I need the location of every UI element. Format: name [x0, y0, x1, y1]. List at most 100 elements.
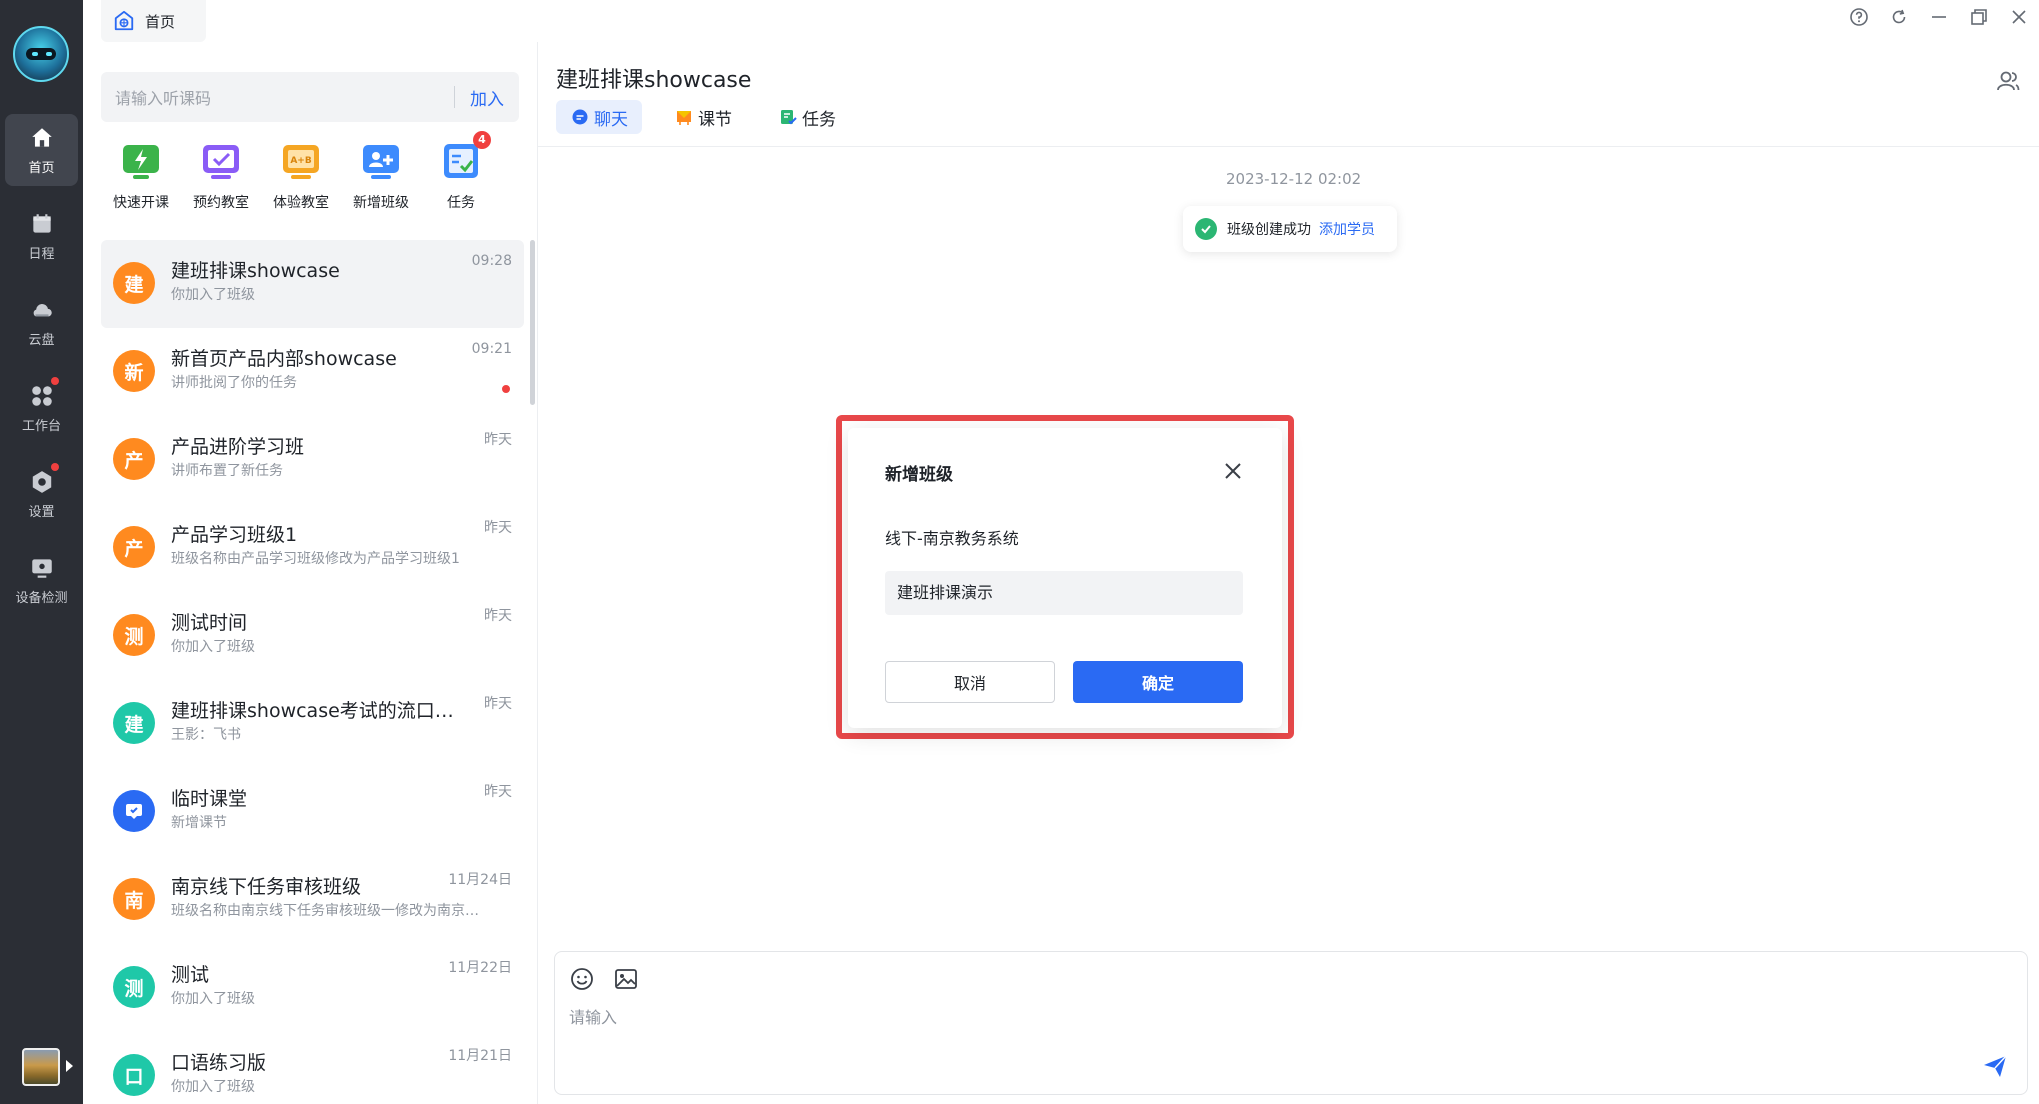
add-class-button[interactable]: 新增班级	[341, 139, 421, 219]
task-doc-icon	[781, 110, 797, 125]
conversation-title: 临时课堂	[171, 788, 248, 810]
conversation-item[interactable]: 建 建班排课showcase 你加入了班级 09:28	[101, 240, 524, 328]
add-student-link[interactable]: 添加学员	[1319, 219, 1375, 239]
sidebar-item-schedule[interactable]: 日程	[5, 200, 78, 272]
conversation-avatar: 建	[113, 702, 155, 744]
conversation-subtitle: 班级名称由南京线下任务审核班级一修改为南京…	[171, 903, 479, 919]
conversation-item[interactable]: 建 建班排课showcase考试的流口水… 王影：飞书 昨天	[101, 680, 524, 768]
system-message: 班级创建成功 添加学员	[1183, 206, 1397, 252]
sidebar-item-home[interactable]: 首页	[5, 114, 78, 186]
conversation-subtitle: 王影：飞书	[171, 727, 241, 743]
conversation-panel: 请输入听课码 加入 快速开课 预约教室 A+B 体验教室 新增班级 4 任务 建…	[83, 42, 537, 1104]
quick-action-label: 任务	[447, 195, 475, 211]
success-check-icon	[1195, 218, 1217, 240]
unread-dot	[502, 385, 510, 393]
tab-task[interactable]: 任务	[764, 100, 850, 134]
emoji-icon[interactable]	[569, 966, 595, 992]
tab-home[interactable]: 首页	[101, 0, 206, 42]
window-controls	[1839, 0, 2039, 34]
conversation-title: 测试	[171, 964, 210, 986]
chat-tabs: 聊天 课节 任务	[556, 100, 868, 134]
expand-arrow-icon[interactable]	[66, 1060, 73, 1072]
conversation-subtitle: 你加入了班级	[171, 991, 255, 1007]
close-icon[interactable]	[1222, 460, 1244, 482]
quick-actions: 快速开课 预约教室 A+B 体验教室 新增班级 4 任务	[101, 131, 519, 219]
conversation-avatar: 新	[113, 350, 155, 392]
conversation-title: 建班排课showcase	[171, 260, 340, 282]
conversation-title: 口语练习版	[171, 1052, 267, 1074]
conversation-subtitle: 你加入了班级	[171, 287, 255, 303]
user-avatar[interactable]	[22, 1048, 60, 1086]
lesson-icon	[677, 111, 691, 125]
listen-code-input[interactable]: 请输入听课码	[101, 85, 454, 109]
conversation-time: 昨天	[484, 520, 512, 536]
conversation-subtitle: 讲师批阅了你的任务	[171, 375, 297, 391]
sidebar-item-settings[interactable]: 设置	[5, 458, 78, 530]
message-composer[interactable]: 请输入	[554, 951, 2028, 1095]
sidebar-item-device-check[interactable]: 设备检测	[5, 544, 78, 616]
sidebar-item-label: 工作台	[21, 418, 61, 434]
sidebar-item-label: 云盘	[28, 332, 55, 348]
conversation-item[interactable]: 临时课堂 新增课节 昨天	[101, 768, 524, 856]
add-class-dialog: 新增班级 线下-南京教务系统 建班排课演示 取消 确定	[848, 428, 1282, 728]
temp-classroom-icon	[113, 790, 155, 832]
class-name-input[interactable]: 建班排课演示	[885, 571, 1243, 615]
trial-classroom-button[interactable]: A+B 体验教室	[261, 139, 341, 219]
conversation-avatar: 产	[113, 438, 155, 480]
device-check-icon	[29, 555, 55, 581]
conversation-item[interactable]: 测 测试 你加入了班级 11月22日	[101, 944, 524, 1032]
conversation-item[interactable]: 南 南京线下任务审核班级 班级名称由南京线下任务审核班级一修改为南京… 11月2…	[101, 856, 524, 944]
sidebar-item-cloud[interactable]: 云盘	[5, 286, 78, 358]
tab-lesson[interactable]: 课节	[660, 100, 746, 134]
system-message-text: 班级创建成功	[1227, 222, 1311, 238]
cancel-button[interactable]: 取消	[885, 661, 1055, 703]
sidebar-item-label: 首页	[28, 160, 55, 176]
help-icon[interactable]	[1839, 0, 1879, 34]
restore-icon[interactable]	[1959, 0, 1999, 34]
quick-class-button[interactable]: 快速开课	[101, 139, 181, 219]
conversation-item[interactable]: 测 测试时间 你加入了班级 昨天	[101, 592, 524, 680]
settings-icon	[29, 462, 59, 495]
conversation-subtitle: 讲师布置了新任务	[171, 463, 283, 479]
message-input[interactable]: 请输入	[569, 1004, 617, 1028]
app-logo	[13, 26, 69, 82]
task-icon: 4	[439, 131, 491, 183]
confirm-button[interactable]: 确定	[1073, 661, 1243, 703]
send-icon[interactable]	[1981, 1052, 2009, 1080]
conversation-time: 昨天	[484, 432, 512, 448]
conversation-item[interactable]: 产 产品学习班级1 班级名称由产品学习班级修改为产品学习班级1 昨天	[101, 504, 524, 592]
conversation-list: 建 建班排课showcase 你加入了班级 09:28 新 新首页产品内部sho…	[83, 240, 537, 1104]
task-button[interactable]: 4 任务	[421, 131, 501, 219]
join-button[interactable]: 加入	[455, 85, 519, 110]
conversation-item[interactable]: 口 口语练习版 你加入了班级 11月21日	[101, 1032, 524, 1104]
tab-home-label: 首页	[145, 12, 176, 31]
close-icon[interactable]	[1999, 0, 2039, 34]
cloud-icon	[29, 297, 55, 323]
book-classroom-icon	[199, 139, 243, 183]
home-icon	[29, 125, 55, 151]
quick-action-label: 体验教室	[273, 195, 329, 211]
book-classroom-button[interactable]: 预约教室	[181, 139, 261, 219]
task-badge: 4	[473, 131, 491, 149]
conversation-item[interactable]: 新 新首页产品内部showcase 讲师批阅了你的任务 09:21	[101, 328, 524, 416]
chat-bubble-icon	[572, 109, 588, 125]
minimize-icon[interactable]	[1919, 0, 1959, 34]
image-icon[interactable]	[613, 966, 639, 992]
conversation-avatar: 测	[113, 966, 155, 1008]
conversation-time: 11月21日	[448, 1048, 512, 1064]
refresh-icon[interactable]	[1879, 0, 1919, 34]
quick-action-label: 新增班级	[353, 195, 409, 211]
conversation-avatar: 产	[113, 526, 155, 568]
tab-chat[interactable]: 聊天	[556, 100, 642, 134]
conversation-title: 建班排课showcase考试的流口水…	[171, 700, 471, 722]
sidebar-item-workbench[interactable]: 工作台	[5, 372, 78, 444]
conversation-avatar: 口	[113, 1054, 155, 1096]
conversation-item[interactable]: 产 产品进阶学习班 讲师布置了新任务 昨天	[101, 416, 524, 504]
dialog-title: 新增班级	[885, 465, 953, 485]
svg-text:A+B: A+B	[290, 156, 312, 166]
left-sidebar: 首页 日程 云盘 工作台 设置 设备检测	[0, 0, 83, 1104]
conversation-subtitle: 班级名称由产品学习班级修改为产品学习班级1	[171, 551, 460, 567]
members-icon[interactable]	[1995, 68, 2021, 94]
conversation-scrollbar[interactable]	[530, 240, 535, 405]
conversation-title: 新首页产品内部showcase	[171, 348, 397, 370]
